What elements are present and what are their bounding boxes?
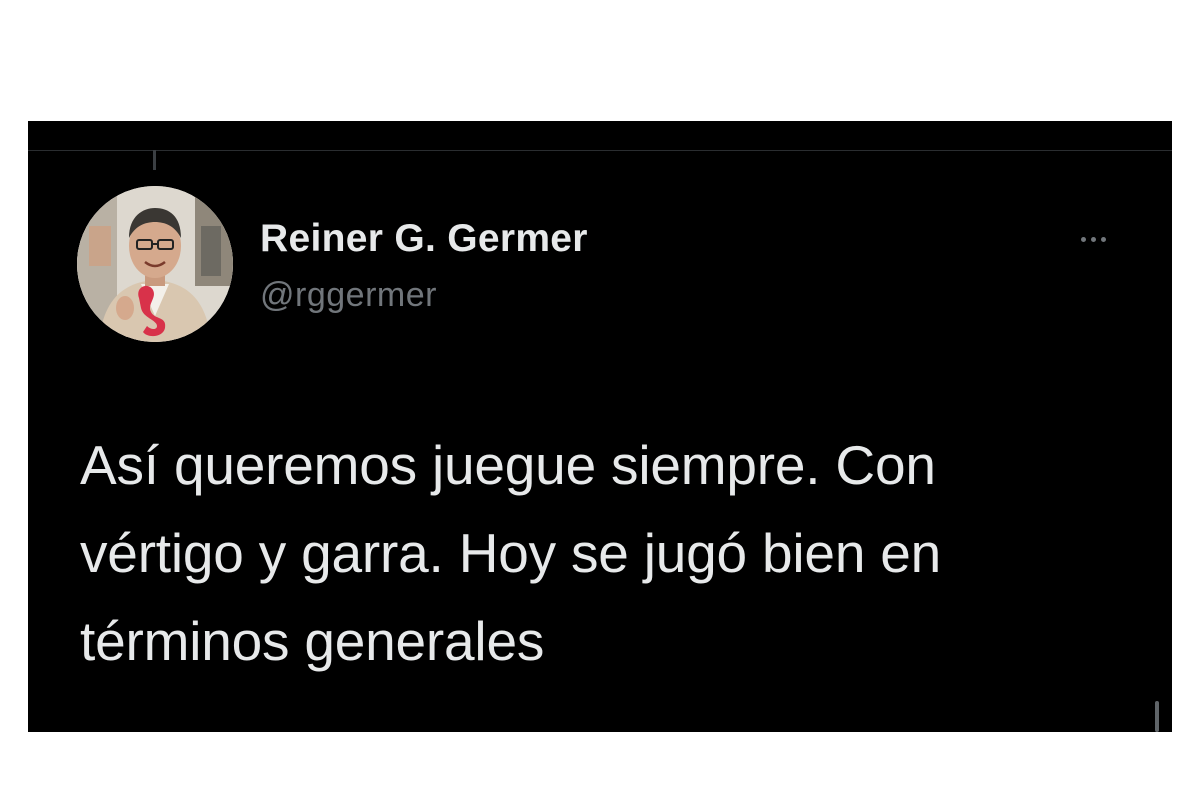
more-horizontal-icon: [1100, 236, 1106, 242]
profile-photo-icon: [77, 186, 233, 342]
author-handle[interactable]: @rggermer: [260, 276, 437, 315]
avatar[interactable]: [77, 186, 233, 342]
scrollbar[interactable]: [1155, 701, 1159, 732]
more-options-button[interactable]: [1068, 227, 1118, 251]
more-horizontal-icon: [1090, 236, 1096, 242]
tweet-text-line: vértigo y garra. Hoy se jugó bien en: [80, 522, 942, 584]
thread-divider: [28, 150, 1172, 151]
author-display-name[interactable]: Reiner G. Germer: [260, 217, 588, 261]
tweet-text-line: términos generales: [80, 610, 545, 672]
thread-connector-line: [153, 150, 156, 170]
tweet-card: Reiner G. Germer @rggermer Así queremos …: [28, 121, 1172, 732]
more-horizontal-icon: [1080, 236, 1086, 242]
tweet-text: Así queremos juegue siempre. Con vértigo…: [80, 421, 1140, 685]
tweet-text-line: Así queremos juegue siempre. Con: [80, 434, 936, 496]
